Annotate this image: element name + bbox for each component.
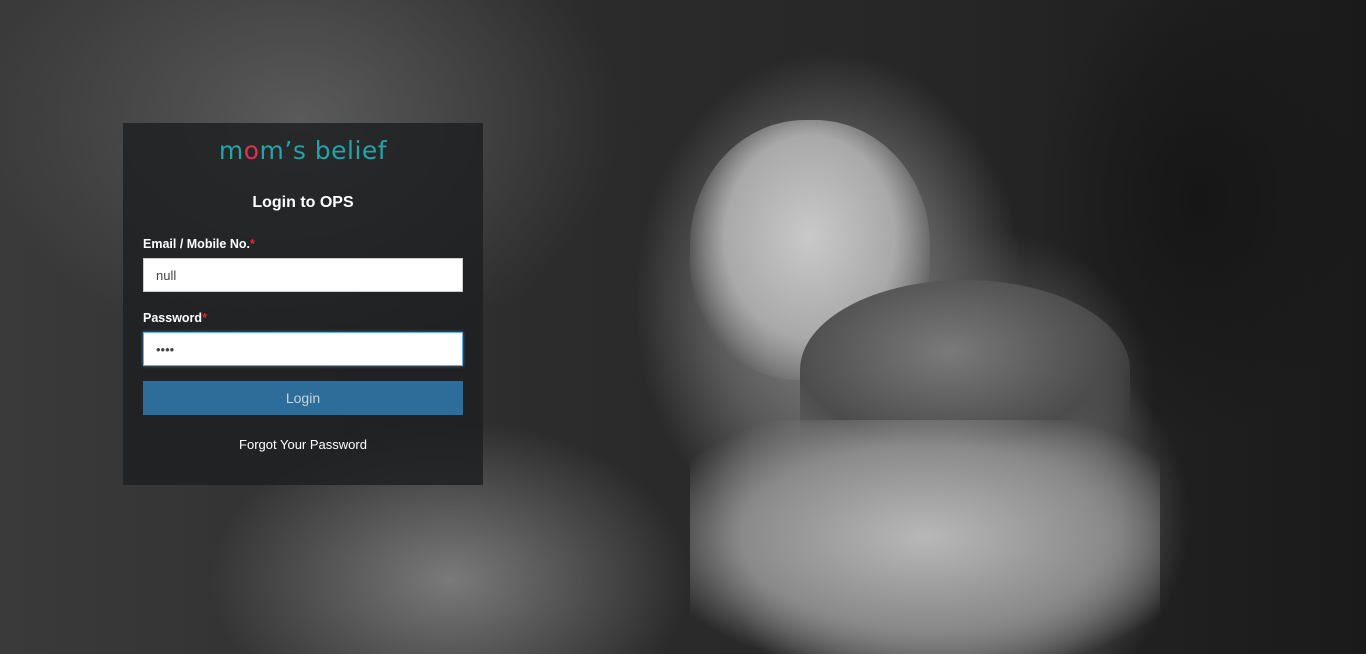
login-button[interactable]: Login: [143, 381, 463, 415]
logo-dot: o: [243, 136, 260, 165]
email-label: Email / Mobile No.*: [143, 236, 255, 252]
password-label: Password*: [143, 310, 207, 326]
login-title: Login to OPS: [252, 194, 354, 211]
email-field[interactable]: [143, 258, 463, 292]
login-panel: mom’s belief Login to OPS Email / Mobile…: [123, 123, 483, 485]
password-field[interactable]: [143, 332, 463, 366]
brand-logo: mom’s belief: [123, 134, 483, 168]
logo-suffix: m’s belief: [259, 136, 388, 165]
email-required-mark: *: [249, 237, 255, 251]
logo-prefix: m: [218, 136, 244, 165]
password-required-mark: *: [202, 311, 207, 325]
password-label-text: Password: [143, 311, 203, 325]
background-lace-dress: [690, 420, 1160, 654]
email-label-text: Email / Mobile No.: [143, 237, 250, 251]
forgot-password-link[interactable]: Forgot Your Password: [123, 437, 483, 453]
